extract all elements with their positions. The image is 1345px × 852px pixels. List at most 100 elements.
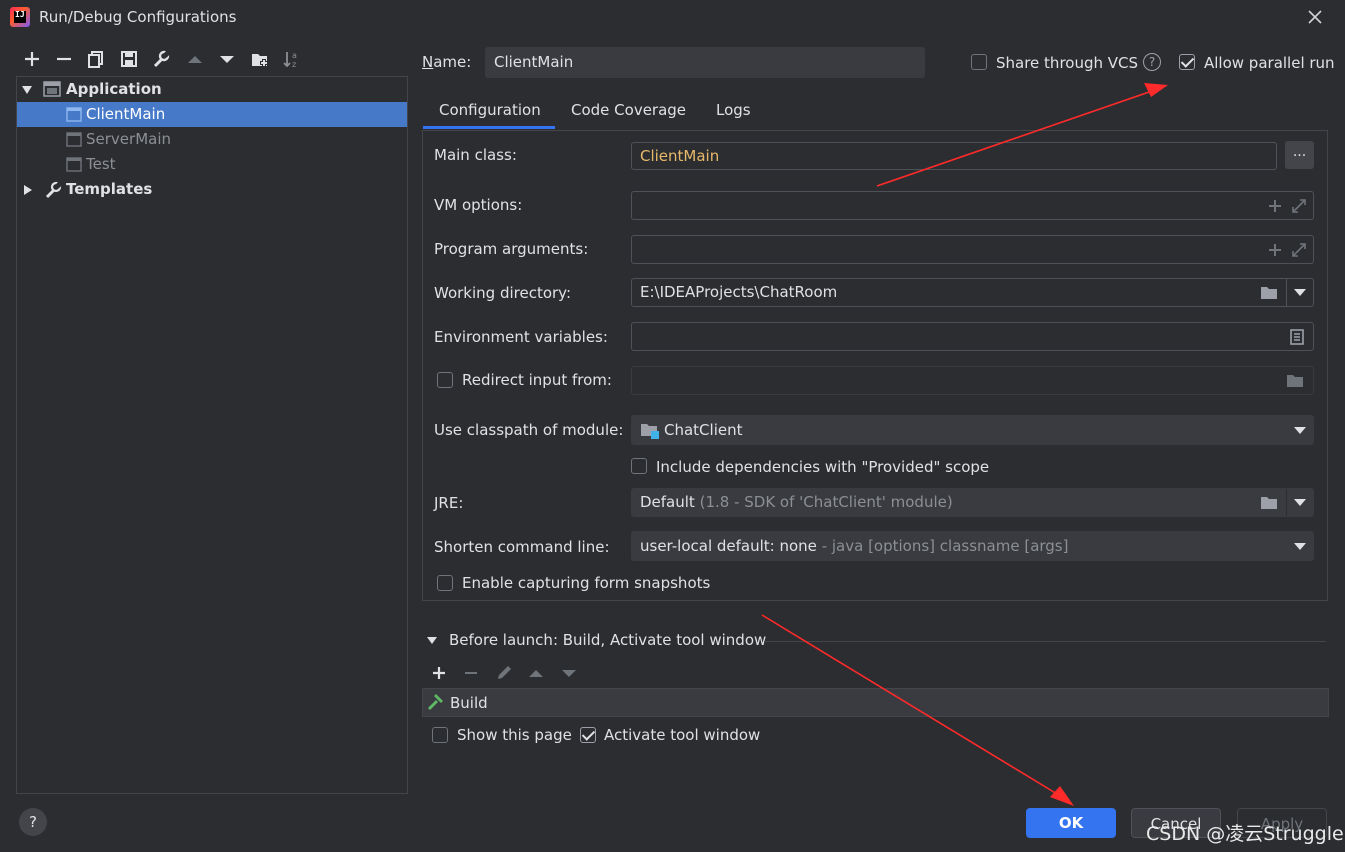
tree-label-templates: Templates <box>66 180 153 198</box>
dropdown-arrow-icon[interactable] <box>1294 289 1306 297</box>
sort-icon[interactable]: az <box>282 49 302 69</box>
share-vcs-checkbox[interactable] <box>971 54 987 70</box>
tab-configuration[interactable]: Configuration <box>423 99 555 129</box>
allow-parallel-label: Allow parallel run <box>1204 54 1335 72</box>
wrench-icon <box>45 181 62 199</box>
main-class-value: ClientMain <box>640 147 720 165</box>
working-dir-value: E:\IDEAProjects\ChatRoom <box>640 283 838 301</box>
name-input-value: ClientMain <box>494 53 574 71</box>
classpath-module-value: ChatClient <box>664 421 743 439</box>
separator <box>764 641 1326 642</box>
tab-logs[interactable]: Logs <box>716 99 756 129</box>
working-dir-input[interactable]: E:\IDEAProjects\ChatRoom <box>631 278 1314 307</box>
application-config-icon <box>66 107 82 122</box>
ok-button[interactable]: OK <box>1026 808 1116 838</box>
redirect-input-field[interactable] <box>631 366 1314 395</box>
working-dir-label: Working directory: <box>434 284 572 302</box>
program-args-label: Program arguments: <box>434 240 589 258</box>
activate-window-label: Activate tool window <box>604 726 761 744</box>
tab-code-coverage[interactable]: Code Coverage <box>571 99 691 129</box>
arrow-up-icon[interactable] <box>185 49 205 69</box>
tree-node-application[interactable]: Application <box>17 77 407 102</box>
plus-icon[interactable] <box>1268 199 1282 213</box>
include-deps-checkbox[interactable] <box>631 458 647 474</box>
window-title: Run/Debug Configurations <box>39 8 237 26</box>
include-deps-label: Include dependencies with "Provided" sco… <box>656 458 990 476</box>
tree-item-test[interactable]: Test <box>17 152 407 177</box>
env-vars-label: Environment variables: <box>434 328 608 346</box>
dropdown-arrow-icon[interactable] <box>1294 499 1306 507</box>
name-label-rest: ame: <box>433 53 472 71</box>
main-class-input[interactable]: ClientMain <box>631 142 1277 170</box>
dropdown-arrow-icon[interactable] <box>1294 543 1306 551</box>
svg-text:a: a <box>292 51 297 60</box>
name-label: Name: <box>422 53 472 71</box>
browse-main-class-button[interactable]: ... <box>1285 141 1314 169</box>
redirect-input-checkbox[interactable] <box>437 372 453 388</box>
help-circle-icon[interactable]: ? <box>1143 53 1161 71</box>
show-page-checkbox[interactable] <box>432 727 448 743</box>
tree-item-clientmain[interactable]: ClientMain <box>17 102 407 127</box>
before-launch-item-build[interactable]: Build <box>422 688 1329 717</box>
expand-icon[interactable] <box>1291 198 1307 214</box>
expanded-arrow-icon[interactable] <box>21 84 33 96</box>
classpath-label: Use classpath of module: <box>434 421 624 439</box>
name-input[interactable]: ClientMain <box>485 47 925 78</box>
show-page-label: Show this page <box>457 726 572 744</box>
tab-label: Code Coverage <box>571 101 687 119</box>
collapsed-arrow-icon[interactable] <box>22 184 34 196</box>
move-down-icon[interactable] <box>560 666 578 680</box>
activate-window-checkbox[interactable] <box>580 727 596 743</box>
move-up-icon[interactable] <box>527 666 545 680</box>
remove-icon[interactable] <box>54 49 74 69</box>
arrow-down-icon[interactable] <box>217 49 237 69</box>
allow-parallel-checkbox[interactable] <box>1179 54 1195 70</box>
vm-options-input[interactable] <box>631 191 1314 220</box>
remove-task-icon[interactable] <box>463 665 479 681</box>
folder-icon[interactable] <box>1286 373 1304 388</box>
tree-node-templates[interactable]: Templates <box>17 177 407 202</box>
capture-snapshots-label: Enable capturing form snapshots <box>462 574 711 592</box>
jre-value: Default (1.8 - SDK of 'ChatClient' modul… <box>640 493 953 511</box>
env-vars-input[interactable] <box>631 322 1314 351</box>
folder-icon[interactable] <box>1260 495 1278 510</box>
module-folder-icon <box>641 424 659 439</box>
application-icon <box>43 81 61 97</box>
tab-label: Configuration <box>439 101 541 119</box>
annotation-arrow-head <box>1050 786 1074 806</box>
classpath-module-select[interactable]: ChatClient <box>631 415 1314 445</box>
program-args-input[interactable] <box>631 235 1314 264</box>
document-icon[interactable] <box>1290 329 1304 345</box>
redirect-input-label: Redirect input from: <box>462 371 612 389</box>
wrench-icon[interactable] <box>151 49 171 69</box>
tree-label-application: Application <box>66 80 162 98</box>
close-icon[interactable] <box>1304 6 1326 28</box>
application-config-icon <box>66 132 82 147</box>
shorten-value: user-local default: none - java [options… <box>640 537 1068 555</box>
svg-text:z: z <box>292 60 296 69</box>
tab-label: Logs <box>716 101 751 119</box>
add-task-icon[interactable] <box>431 665 447 681</box>
jre-hint: (1.8 - SDK of 'ChatClient' module) <box>699 493 953 511</box>
edit-icon[interactable] <box>495 664 513 682</box>
configuration-tree: Application ClientMain ServerMain Test T… <box>16 76 408 794</box>
add-icon[interactable] <box>22 49 42 69</box>
help-button[interactable]: ? <box>19 808 47 836</box>
collapse-arrow-icon[interactable] <box>426 636 438 646</box>
tree-label: ServerMain <box>86 130 171 148</box>
shorten-select[interactable]: user-local default: none - java [options… <box>631 531 1314 561</box>
shorten-label: Shorten command line: <box>434 538 610 556</box>
plus-icon[interactable] <box>1268 243 1282 257</box>
folder-icon[interactable] <box>1260 285 1278 300</box>
tree-label: Test <box>86 155 116 173</box>
shorten-hint: - java [options] classname [args] <box>821 537 1069 555</box>
jre-select[interactable]: Default (1.8 - SDK of 'ChatClient' modul… <box>631 488 1314 517</box>
before-launch-title: Before launch: Build, Activate tool wind… <box>449 631 767 649</box>
expand-icon[interactable] <box>1291 242 1307 258</box>
dropdown-arrow-icon[interactable] <box>1294 427 1306 435</box>
save-icon[interactable] <box>119 49 139 69</box>
new-folder-icon[interactable] <box>250 49 270 69</box>
tree-item-servermain[interactable]: ServerMain <box>17 127 407 152</box>
copy-icon[interactable] <box>86 49 106 69</box>
capture-snapshots-checkbox[interactable] <box>437 575 453 591</box>
